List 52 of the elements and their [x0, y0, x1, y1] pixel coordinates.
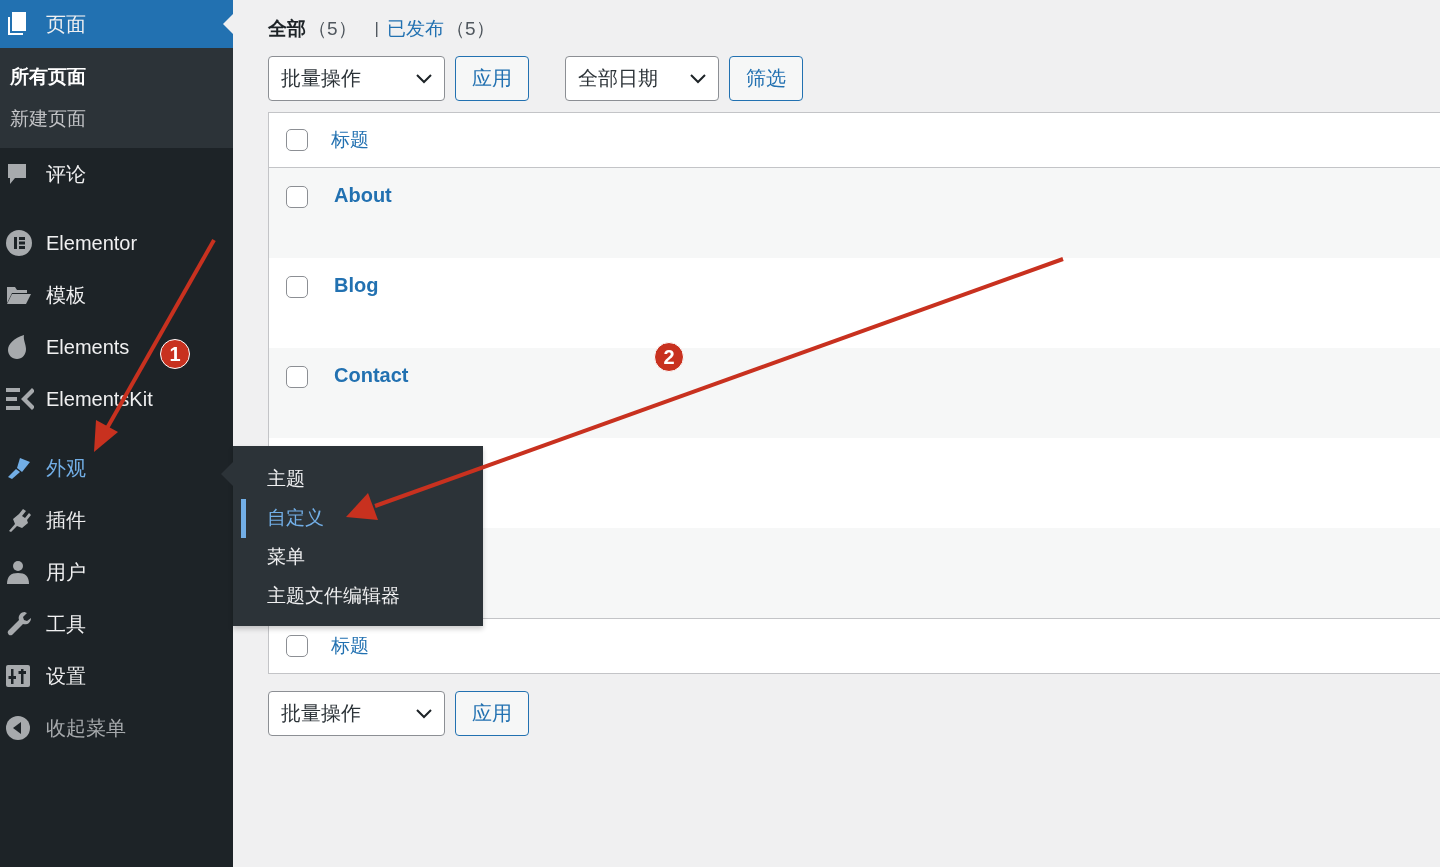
flyout-menu-item[interactable]: 菜单 [241, 538, 305, 577]
sidebar-menu-item[interactable]: 用户 [46, 558, 86, 586]
sidebar-menu-item[interactable]: 工具 [46, 610, 86, 638]
submenu-item[interactable]: 新建页面 [0, 98, 233, 140]
sidebar-menu-item[interactable]: 设置 [46, 662, 86, 690]
checkbox[interactable] [286, 635, 308, 657]
wrench-icon [6, 611, 32, 637]
page-title-link[interactable]: Blog [334, 274, 379, 297]
collapse-menu-button[interactable]: 收起菜单 [46, 714, 126, 742]
chevron-down-icon [416, 73, 432, 84]
bulk-action-dropdown[interactable]: 批量操作 [268, 56, 445, 101]
checkbox[interactable] [286, 276, 308, 298]
sidebar-menu-item[interactable]: 插件 [46, 506, 86, 534]
chevron-down-icon [416, 708, 432, 719]
checkbox[interactable] [286, 186, 308, 208]
apply-button[interactable]: 应用 [455, 691, 529, 736]
sidebar-menu-item[interactable]: 页面 [0, 0, 233, 48]
collapse-icon [6, 716, 30, 740]
flyout-menu-item[interactable]: 自定义 [241, 499, 324, 538]
checkbox[interactable] [286, 129, 308, 151]
view-filter-link[interactable]: 全部 [268, 16, 306, 42]
page-title-link[interactable]: About [334, 184, 392, 207]
elementor-icon [6, 230, 32, 256]
folder-icon [6, 285, 32, 305]
separator: | [374, 19, 379, 39]
flyout-menu-item[interactable]: 主题 [241, 460, 305, 499]
ek-logo-icon [6, 388, 34, 410]
page-title-link[interactable]: Contact [334, 364, 409, 387]
apply-button[interactable]: 应用 [455, 56, 529, 101]
column-header-link[interactable]: 标题 [331, 633, 369, 659]
sliders-icon [6, 665, 30, 687]
plug-icon [6, 508, 32, 532]
user-icon [6, 560, 30, 584]
column-header-link[interactable]: 标题 [331, 127, 369, 153]
chevron-down-icon [690, 73, 706, 84]
checkbox[interactable] [286, 366, 308, 388]
sidebar-menu-item[interactable]: Elementor [46, 231, 138, 255]
view-count: （5） [308, 17, 357, 41]
bulk-action-dropdown[interactable]: 批量操作 [268, 691, 445, 736]
speech-bubble-icon [6, 163, 28, 185]
sidebar-menu-item[interactable]: 模板 [46, 281, 86, 309]
sidebar-menu-item[interactable]: 评论 [46, 160, 86, 188]
submenu-item[interactable]: 所有页面 [0, 56, 233, 98]
pages-icon [6, 12, 28, 36]
leaf-icon [6, 335, 28, 359]
filter-button[interactable]: 筛选 [729, 56, 803, 101]
view-filter-link[interactable]: 已发布 [387, 16, 444, 42]
date-filter-dropdown[interactable]: 全部日期 [565, 56, 719, 101]
view-count: （5） [446, 17, 495, 41]
sidebar-menu-item[interactable]: Elements [46, 335, 130, 359]
sidebar-menu-item[interactable]: 外观 [46, 454, 86, 482]
flyout-menu-item[interactable]: 主题文件编辑器 [241, 577, 400, 616]
